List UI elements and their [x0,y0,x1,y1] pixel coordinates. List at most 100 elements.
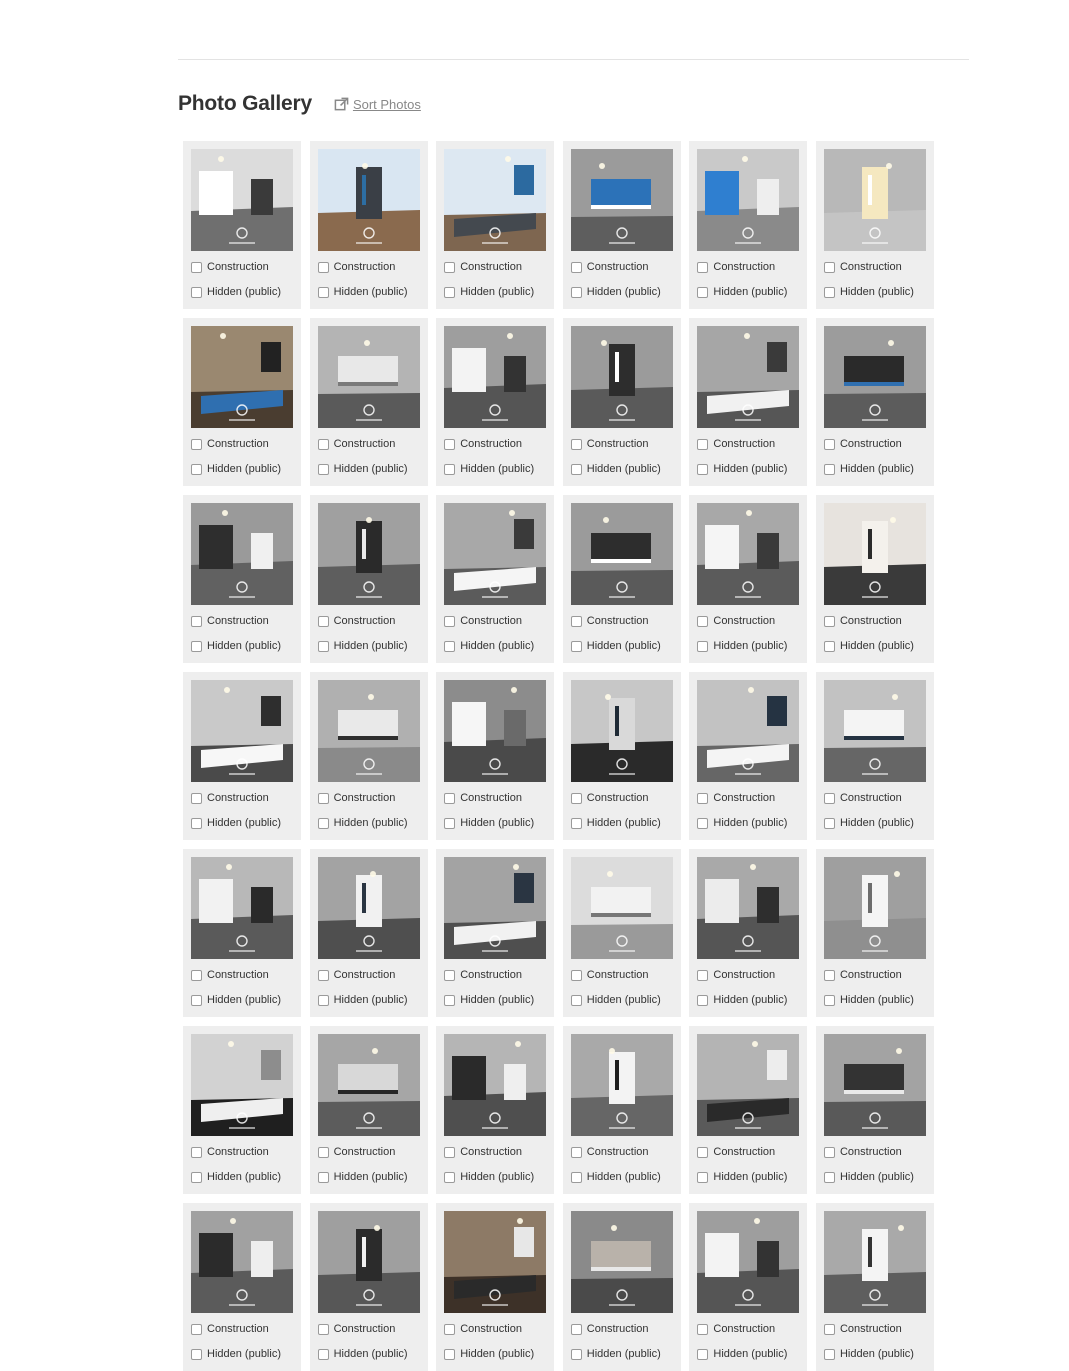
construction-checkbox[interactable] [317,1146,329,1158]
hidden-option[interactable]: Hidden (public) [317,1348,408,1360]
photo-thumbnail[interactable] [444,1034,547,1136]
hidden-option[interactable]: Hidden (public) [317,1171,408,1183]
photo-thumbnail[interactable] [697,1211,800,1313]
photo-thumbnail[interactable] [570,1211,673,1313]
construction-option[interactable]: Construction [317,438,395,450]
construction-option[interactable]: Construction [823,792,902,804]
construction-checkbox[interactable] [823,261,835,273]
construction-checkbox[interactable] [444,615,456,627]
construction-option[interactable]: Construction [191,1323,269,1335]
hidden-public-checkbox[interactable] [317,1348,329,1360]
hidden-public-checkbox[interactable] [697,1171,709,1183]
photo-thumbnail[interactable] [697,680,800,782]
hidden-option[interactable]: Hidden (public) [444,994,534,1006]
sort-photos-link[interactable]: Sort Photos [334,97,421,112]
photo-thumbnail[interactable] [697,857,800,959]
photo-thumbnail[interactable] [191,326,293,428]
construction-option[interactable]: Construction [697,1146,775,1158]
hidden-public-checkbox[interactable] [191,463,202,475]
photo-thumbnail[interactable] [823,503,926,605]
photo-thumbnail[interactable] [317,326,420,428]
photo-thumbnail[interactable] [444,857,547,959]
photo-thumbnail[interactable] [570,326,673,428]
construction-checkbox[interactable] [570,438,582,450]
construction-option[interactable]: Construction [570,792,649,804]
construction-option[interactable]: Construction [697,792,775,804]
construction-option[interactable]: Construction [191,261,269,273]
hidden-option[interactable]: Hidden (public) [191,463,281,475]
photo-thumbnail[interactable] [823,326,926,428]
hidden-option[interactable]: Hidden (public) [570,817,661,829]
photo-thumbnail[interactable] [570,149,673,251]
hidden-option[interactable]: Hidden (public) [697,1348,787,1360]
photo-thumbnail[interactable] [317,857,420,959]
hidden-public-checkbox[interactable] [570,286,582,298]
construction-option[interactable]: Construction [697,969,775,981]
hidden-option[interactable]: Hidden (public) [823,640,914,652]
construction-option[interactable]: Construction [444,1146,522,1158]
photo-thumbnail[interactable] [191,149,293,251]
hidden-public-checkbox[interactable] [191,1171,202,1183]
construction-checkbox[interactable] [317,438,329,450]
hidden-option[interactable]: Hidden (public) [823,286,914,298]
hidden-public-checkbox[interactable] [191,817,202,829]
hidden-public-checkbox[interactable] [570,1348,582,1360]
photo-thumbnail[interactable] [191,503,293,605]
photo-thumbnail[interactable] [570,1034,673,1136]
hidden-public-checkbox[interactable] [191,286,202,298]
construction-option[interactable]: Construction [317,969,395,981]
hidden-option[interactable]: Hidden (public) [697,640,787,652]
hidden-public-checkbox[interactable] [317,1171,329,1183]
hidden-option[interactable]: Hidden (public) [570,286,661,298]
hidden-public-checkbox[interactable] [570,1171,582,1183]
hidden-public-checkbox[interactable] [191,994,202,1006]
photo-thumbnail[interactable] [823,1034,926,1136]
construction-checkbox[interactable] [697,792,709,804]
hidden-option[interactable]: Hidden (public) [697,994,787,1006]
construction-option[interactable]: Construction [317,1146,395,1158]
construction-option[interactable]: Construction [823,969,902,981]
photo-thumbnail[interactable] [317,149,420,251]
construction-checkbox[interactable] [823,438,835,450]
hidden-public-checkbox[interactable] [444,640,456,652]
photo-thumbnail[interactable] [444,503,547,605]
photo-thumbnail[interactable] [317,503,420,605]
construction-checkbox[interactable] [570,1323,582,1335]
construction-checkbox[interactable] [697,261,709,273]
hidden-public-checkbox[interactable] [823,1171,835,1183]
construction-checkbox[interactable] [191,438,202,450]
construction-option[interactable]: Construction [570,261,649,273]
construction-option[interactable]: Construction [317,792,395,804]
construction-checkbox[interactable] [191,615,202,627]
hidden-public-checkbox[interactable] [697,1348,709,1360]
photo-thumbnail[interactable] [697,1034,800,1136]
hidden-option[interactable]: Hidden (public) [191,640,281,652]
construction-checkbox[interactable] [317,615,329,627]
photo-thumbnail[interactable] [444,1211,547,1313]
hidden-public-checkbox[interactable] [191,1348,202,1360]
construction-option[interactable]: Construction [570,1323,649,1335]
construction-option[interactable]: Construction [570,615,649,627]
construction-checkbox[interactable] [823,1323,835,1335]
hidden-public-checkbox[interactable] [570,817,582,829]
photo-thumbnail[interactable] [444,326,547,428]
hidden-public-checkbox[interactable] [697,640,709,652]
construction-checkbox[interactable] [697,1323,709,1335]
hidden-option[interactable]: Hidden (public) [823,1171,914,1183]
construction-option[interactable]: Construction [570,438,649,450]
hidden-public-checkbox[interactable] [823,286,835,298]
construction-checkbox[interactable] [823,1146,835,1158]
hidden-option[interactable]: Hidden (public) [191,1348,281,1360]
construction-option[interactable]: Construction [823,1146,902,1158]
construction-checkbox[interactable] [191,261,202,273]
photo-thumbnail[interactable] [191,857,293,959]
hidden-public-checkbox[interactable] [444,1348,456,1360]
photo-thumbnail[interactable] [444,680,547,782]
hidden-option[interactable]: Hidden (public) [823,817,914,829]
hidden-option[interactable]: Hidden (public) [317,994,408,1006]
construction-option[interactable]: Construction [317,615,395,627]
hidden-public-checkbox[interactable] [823,994,835,1006]
construction-option[interactable]: Construction [191,438,269,450]
construction-option[interactable]: Construction [823,1323,902,1335]
construction-checkbox[interactable] [570,969,582,981]
